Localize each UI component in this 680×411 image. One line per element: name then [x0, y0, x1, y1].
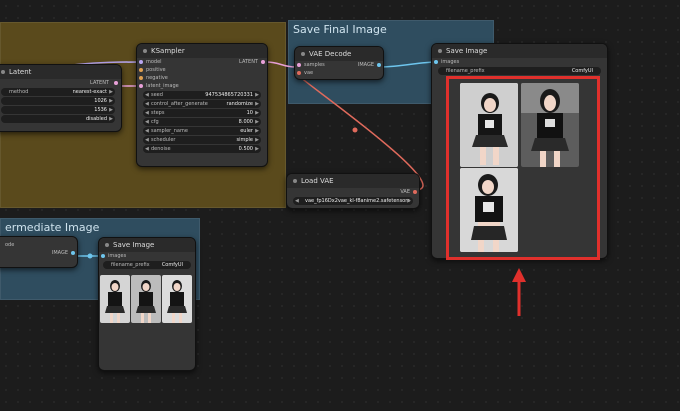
- intermediate-source-output-row: IMAGE: [0, 249, 77, 257]
- intermediate-image-1[interactable]: [100, 275, 130, 323]
- figure-image: [167, 280, 187, 323]
- intermediate-output-label: IMAGE: [51, 250, 68, 256]
- save-image-intermediate-prefix[interactable]: filename_prefix ComfyUI: [103, 261, 191, 269]
- input-dot[interactable]: [101, 254, 105, 258]
- save-image-intermediate-input: images: [99, 252, 195, 260]
- output-dot[interactable]: [71, 251, 75, 255]
- save-image-intermediate-title: Save Image: [99, 238, 195, 252]
- intermediate-source-label-row: ode: [5, 242, 15, 248]
- figure-image: [136, 280, 156, 323]
- intermediate-image-2[interactable]: [131, 275, 161, 323]
- figure-image: [105, 280, 125, 323]
- intermediate-image-3[interactable]: [162, 275, 192, 323]
- intermediate-source-node[interactable]: ode IMAGE: [0, 236, 78, 268]
